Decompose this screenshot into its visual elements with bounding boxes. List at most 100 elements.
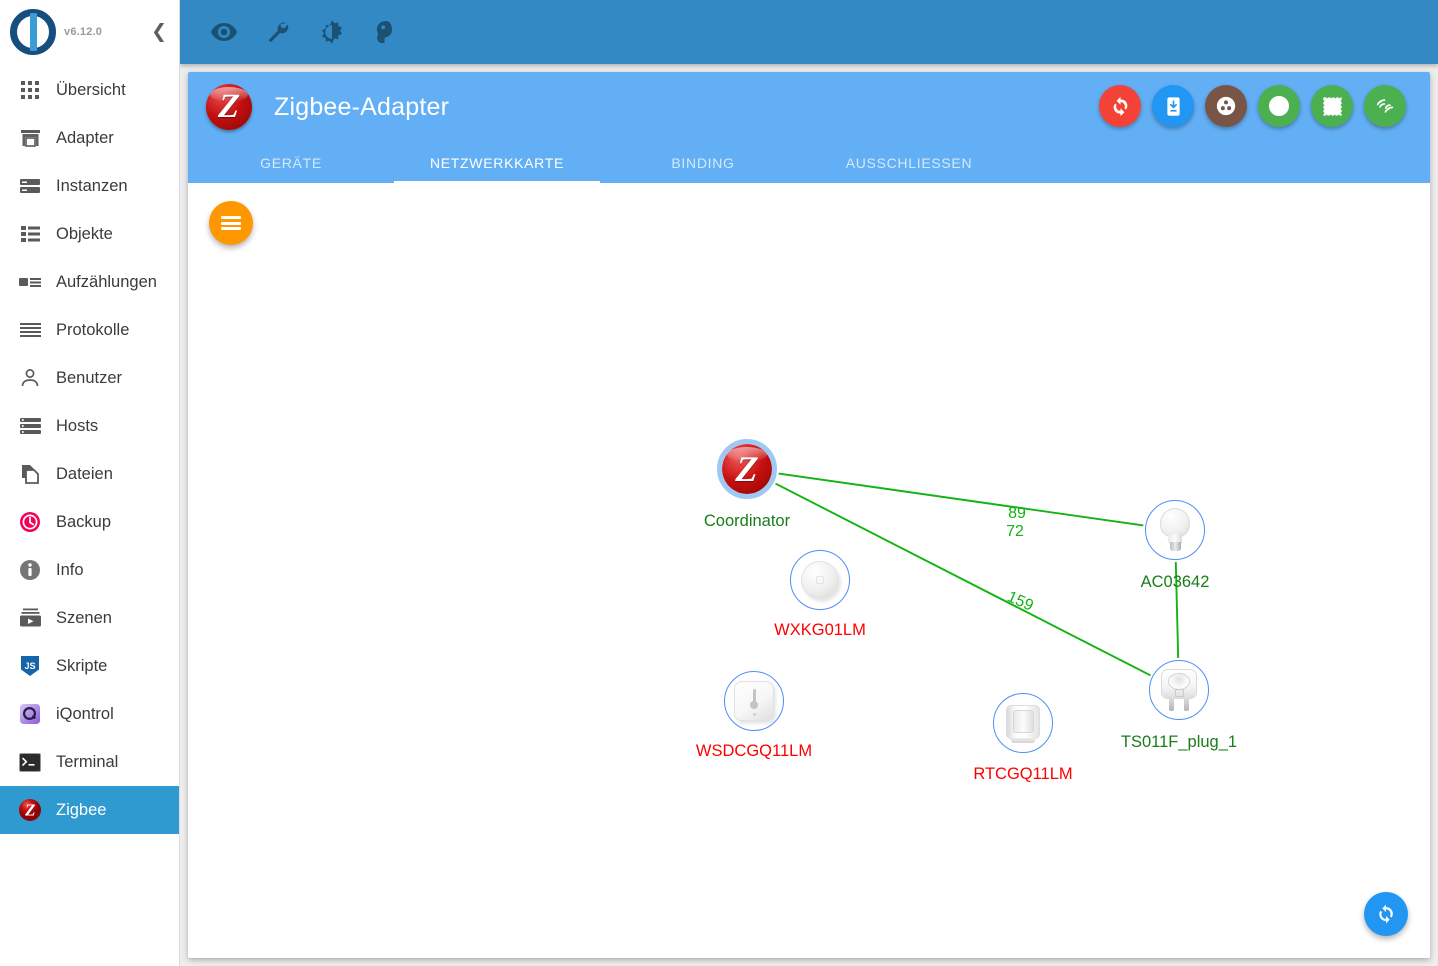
chip-icon xyxy=(1322,96,1343,117)
chevron-left-icon[interactable]: ❮ xyxy=(151,22,167,42)
tab-ausschliessen[interactable]: AUSSCHLIESSEN xyxy=(806,142,1012,183)
instances-icon xyxy=(18,174,42,198)
user-icon xyxy=(18,366,42,390)
sidebar-item-info[interactable]: Info xyxy=(0,546,179,594)
sidebar-item-szenen[interactable]: Szenen xyxy=(0,594,179,642)
terminal-icon xyxy=(18,750,42,774)
sidebar-item-zigbee[interactable]: Z Zigbee xyxy=(0,786,179,834)
sidebar-item-aufzaehlungen[interactable]: Aufzählungen xyxy=(0,258,179,306)
zigbee-icon: Z xyxy=(18,798,42,822)
files-icon xyxy=(18,462,42,486)
sidebar-item-backup[interactable]: Backup xyxy=(0,498,179,546)
sidebar-item-objekte[interactable]: Objekte xyxy=(0,210,179,258)
graph-node-wsdcgq11lm[interactable] xyxy=(724,671,784,731)
sidebar-item-skripte[interactable]: JS Skripte xyxy=(0,642,179,690)
backup-icon xyxy=(18,510,42,534)
coordinator-info-button[interactable] xyxy=(1311,85,1353,127)
motion-sensor-icon xyxy=(1003,703,1043,743)
sidebar-item-label: Übersicht xyxy=(56,80,126,99)
header-action-buttons xyxy=(1099,85,1406,127)
hosts-icon xyxy=(18,414,42,438)
refresh-pairing-button[interactable] xyxy=(1099,85,1141,127)
enum-icon xyxy=(18,270,42,294)
sidebar-nav: Übersicht Adapter Instanzen Objekte Aufz… xyxy=(0,64,179,834)
sidebar-item-benutzer[interactable]: Benutzer xyxy=(0,354,179,402)
sidebar-item-adapter[interactable]: Adapter xyxy=(0,114,179,162)
tab-label: AUSSCHLIESSEN xyxy=(845,154,973,171)
app-root: v6.12.0 ❮ Übersicht Adapter Instanzen Ob… xyxy=(0,0,1438,966)
sidebar-item-hosts[interactable]: Hosts xyxy=(0,402,179,450)
tab-label: GERÄTE xyxy=(260,154,322,171)
zigbee-logo: Z xyxy=(722,444,772,494)
scenes-icon xyxy=(18,606,42,630)
main-area: Zigbee-Adapter xyxy=(180,0,1438,966)
graph-edge[interactable] xyxy=(1174,561,1180,659)
graph-node-rtcgq11lm[interactable] xyxy=(993,693,1053,753)
zigbee-header: Zigbee-Adapter xyxy=(188,72,1430,183)
iqontrol-icon xyxy=(18,702,42,726)
sidebar-item-uebersicht[interactable]: Übersicht xyxy=(0,66,179,114)
sidebar-item-terminal[interactable]: Terminal xyxy=(0,738,179,786)
sidebar-item-dateien[interactable]: Dateien xyxy=(0,450,179,498)
graph-node-wxkg01lm[interactable] xyxy=(790,550,850,610)
sidebar-item-label: iQontrol xyxy=(56,704,114,723)
tab-geraete[interactable]: GERÄTE xyxy=(188,142,394,183)
javascript-icon: JS xyxy=(18,654,42,678)
wrench-icon[interactable] xyxy=(264,18,292,46)
graph-node-ac03642[interactable] xyxy=(1145,500,1205,560)
tab-binding[interactable]: BINDING xyxy=(600,142,806,183)
graph-edge[interactable] xyxy=(778,472,1144,527)
eye-icon[interactable] xyxy=(210,18,238,46)
grid-icon xyxy=(18,78,42,102)
page-title: Zigbee-Adapter xyxy=(274,92,450,121)
zigbee-card: Zigbee-Adapter xyxy=(188,72,1430,958)
svg-text:Z: Z xyxy=(24,801,35,820)
svg-text:JS: JS xyxy=(24,661,35,671)
sidebar-item-label: Objekte xyxy=(56,224,113,243)
network-graph[interactable]: Z Coordinator AC03642 WXKG01LM WSDCGQ11LM TS0… xyxy=(188,183,1430,958)
signal-wave-icon xyxy=(1374,95,1396,117)
zigbee-tabs: GERÄTE NETZWERKKARTE BINDING AUSSCHLIESS… xyxy=(188,142,1430,183)
sidebar-item-label: Benutzer xyxy=(56,368,123,387)
sidebar-item-protokolle[interactable]: Protokolle xyxy=(0,306,179,354)
sidebar-item-label: Protokolle xyxy=(56,320,130,339)
groups-button[interactable] xyxy=(1205,85,1247,127)
page-wrapper: Zigbee-Adapter xyxy=(180,64,1438,966)
group-dots-icon xyxy=(1215,95,1237,117)
brightness-contrast-icon[interactable] xyxy=(318,18,346,46)
firmware-update-button[interactable] xyxy=(1152,85,1194,127)
sidebar-item-label: Skripte xyxy=(56,656,108,675)
sidebar-item-label: Zigbee xyxy=(56,800,107,819)
bulb-device-icon xyxy=(1155,508,1195,552)
network-map-panel: Z Coordinator AC03642 WXKG01LM WSDCGQ11LM TS0… xyxy=(188,183,1430,958)
sidebar-item-label: Instanzen xyxy=(56,176,128,195)
tab-label: NETZWERKKARTE xyxy=(429,154,565,171)
plug-device-icon xyxy=(1157,667,1201,713)
touchlink-button[interactable] xyxy=(1258,85,1300,127)
sidebar-item-label: Szenen xyxy=(56,608,112,627)
sidebar-item-instanzen[interactable]: Instanzen xyxy=(0,162,179,210)
iobroker-logo-icon xyxy=(10,9,56,55)
graph-node-coordinator[interactable]: Z xyxy=(717,439,777,499)
zigbee-title-row: Zigbee-Adapter xyxy=(188,72,1430,142)
graph-node-ts011f[interactable] xyxy=(1149,660,1209,720)
refresh-icon xyxy=(1375,903,1397,925)
temperature-sensor-icon xyxy=(734,681,774,721)
store-icon xyxy=(18,126,42,150)
brand-header: v6.12.0 ❮ xyxy=(0,0,179,64)
head-expert-icon[interactable] xyxy=(372,18,400,46)
tab-netzwerkkarte[interactable]: NETZWERKKARTE xyxy=(394,142,600,183)
tab-label: BINDING xyxy=(671,154,735,171)
sidebar-item-label: Info xyxy=(56,560,84,579)
sidebar-item-label: Backup xyxy=(56,512,112,531)
sidebar-item-iqontrol[interactable]: iQontrol xyxy=(0,690,179,738)
sidebar-item-label: Terminal xyxy=(56,752,119,771)
map-refresh-button[interactable] xyxy=(1364,892,1408,936)
zigbee-logo xyxy=(206,84,252,130)
sidebar-item-label: Adapter xyxy=(56,128,114,147)
device-download-icon xyxy=(1163,96,1184,117)
list-icon xyxy=(18,222,42,246)
radar-icon xyxy=(1268,95,1290,117)
sidebar-item-label: Hosts xyxy=(56,416,99,435)
network-state-button[interactable] xyxy=(1364,85,1406,127)
